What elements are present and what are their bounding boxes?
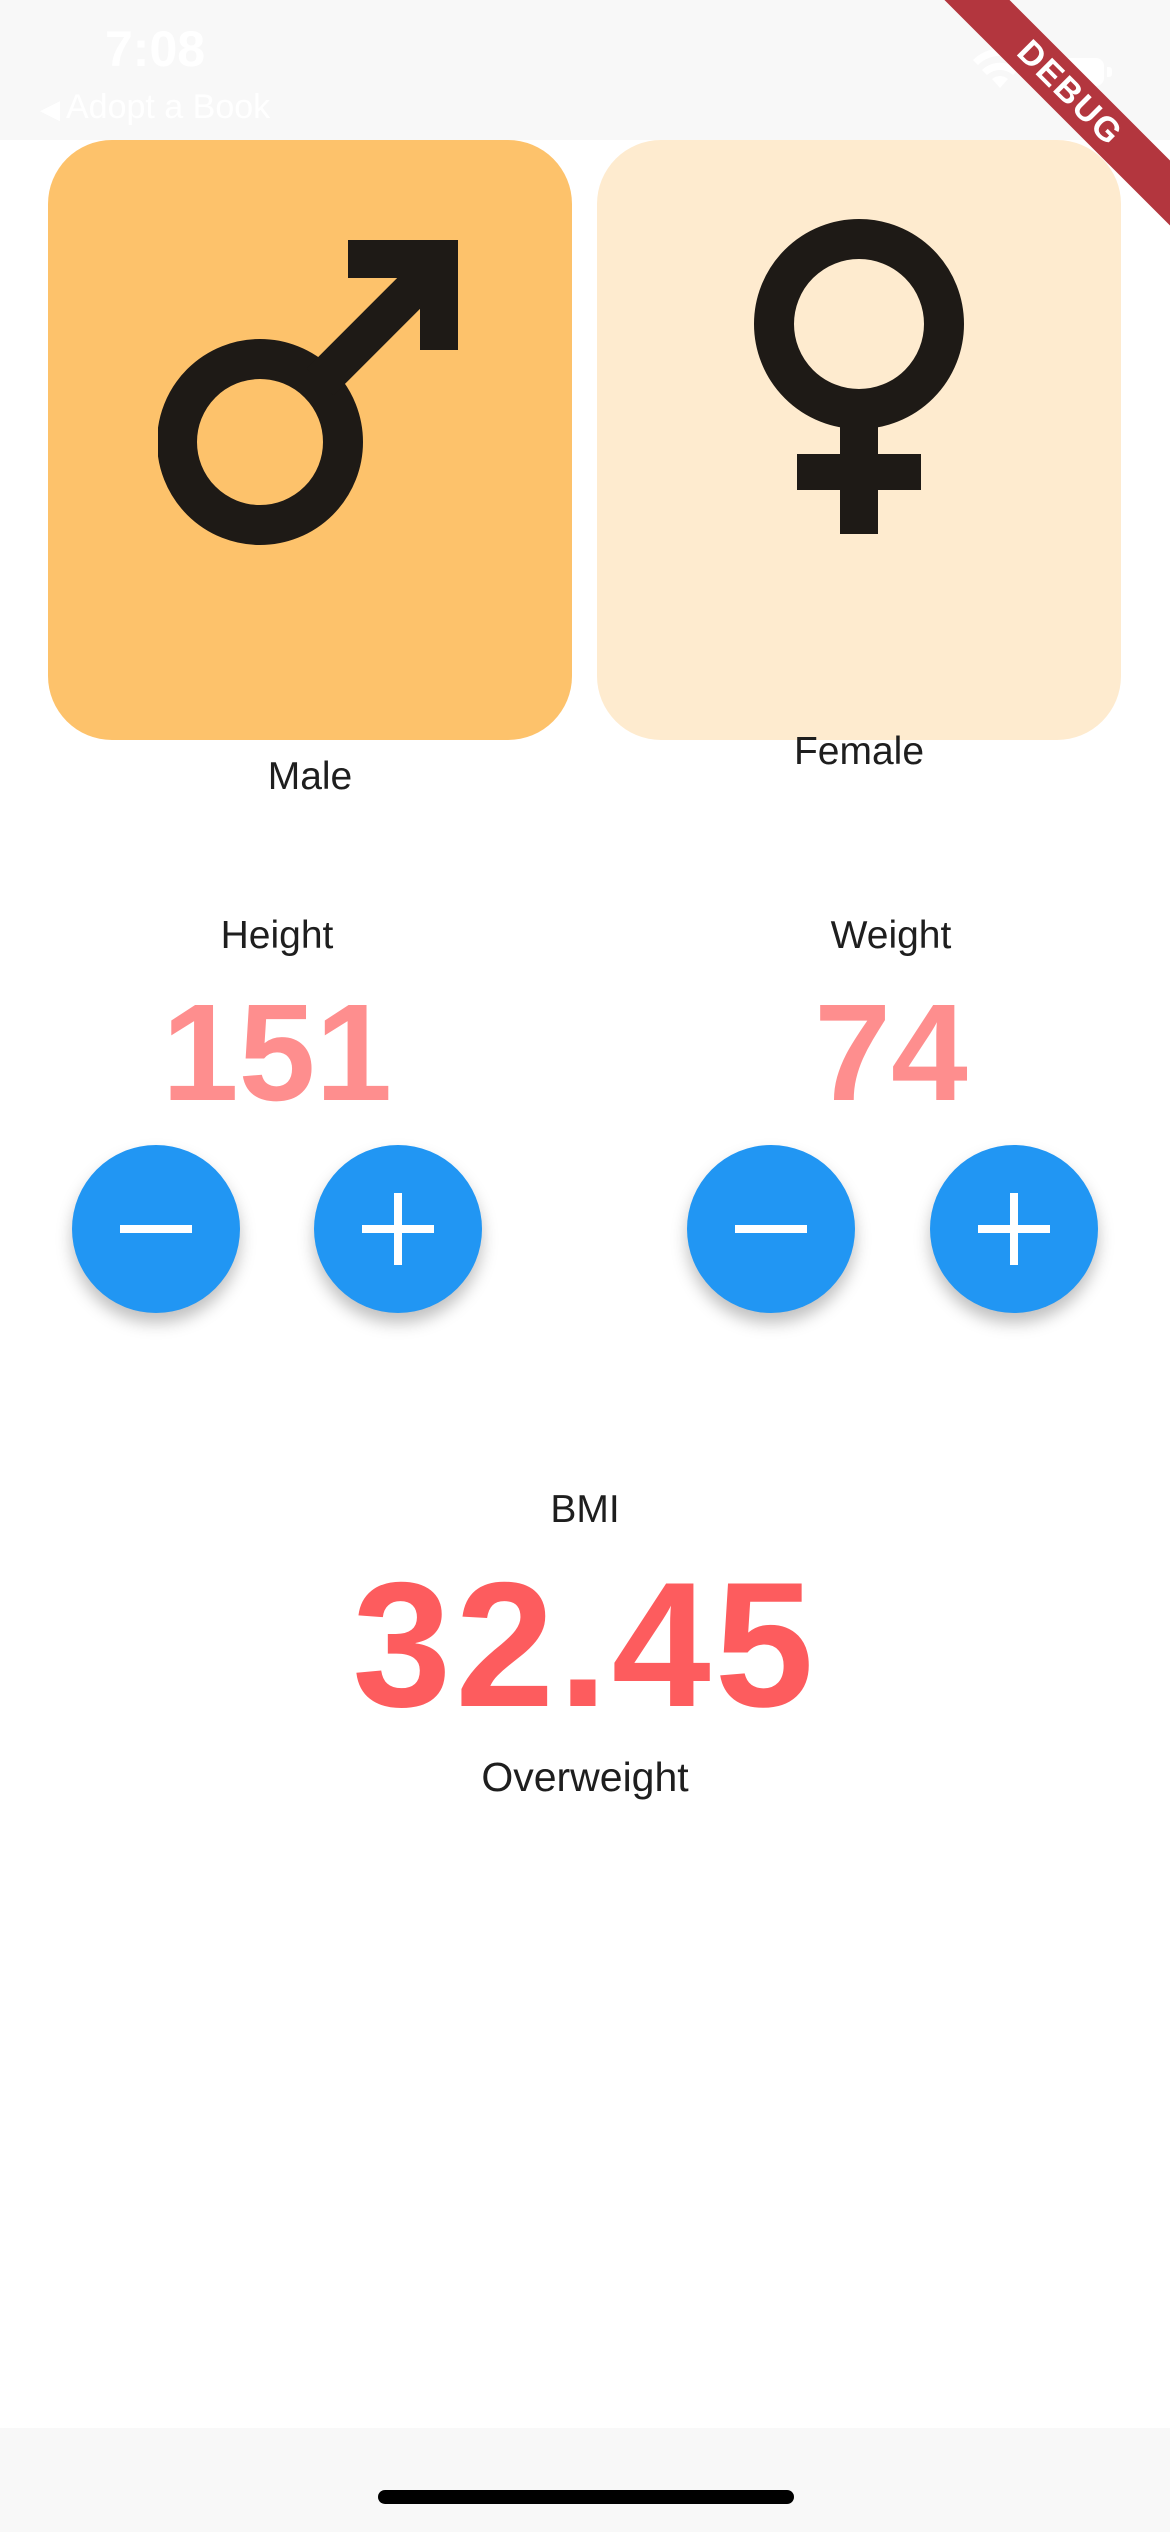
- home-indicator[interactable]: [378, 2490, 794, 2504]
- height-title: Height: [220, 914, 334, 957]
- weight-value: 74: [814, 976, 968, 1130]
- minus-icon: [120, 1225, 192, 1233]
- weight-increment-button[interactable]: [930, 1145, 1098, 1313]
- weight-decrement-button[interactable]: [687, 1145, 855, 1313]
- male-symbol-icon: [158, 240, 458, 545]
- height-value: 151: [161, 976, 393, 1130]
- female-label: Female: [793, 730, 925, 773]
- female-card[interactable]: Female: [597, 140, 1121, 773]
- height-increment-button[interactable]: [314, 1145, 482, 1313]
- male-label: Male: [267, 755, 353, 798]
- bmi-calculator-screen: 7:08 ◀ Adopt a Book DEBUG Male Female Hei…: [0, 0, 1170, 2532]
- plus-icon: [978, 1193, 1050, 1265]
- back-to-app-link[interactable]: ◀ Adopt a Book: [40, 88, 270, 127]
- weight-title: Weight: [830, 914, 952, 957]
- bmi-title: BMI: [550, 1488, 620, 1531]
- bottom-bar: [0, 2428, 1170, 2532]
- bmi-value: 32.45: [352, 1545, 818, 1744]
- minus-icon: [735, 1225, 807, 1233]
- male-card[interactable]: Male: [48, 140, 572, 798]
- status-time: 7:08: [105, 21, 206, 77]
- bmi-category: Overweight: [481, 1754, 689, 1800]
- plus-icon: [362, 1193, 434, 1265]
- back-app-label: Adopt a Book: [66, 88, 271, 126]
- female-symbol-icon: [754, 219, 964, 534]
- height-decrement-button[interactable]: [72, 1145, 240, 1313]
- back-arrow-icon: ◀: [40, 94, 60, 124]
